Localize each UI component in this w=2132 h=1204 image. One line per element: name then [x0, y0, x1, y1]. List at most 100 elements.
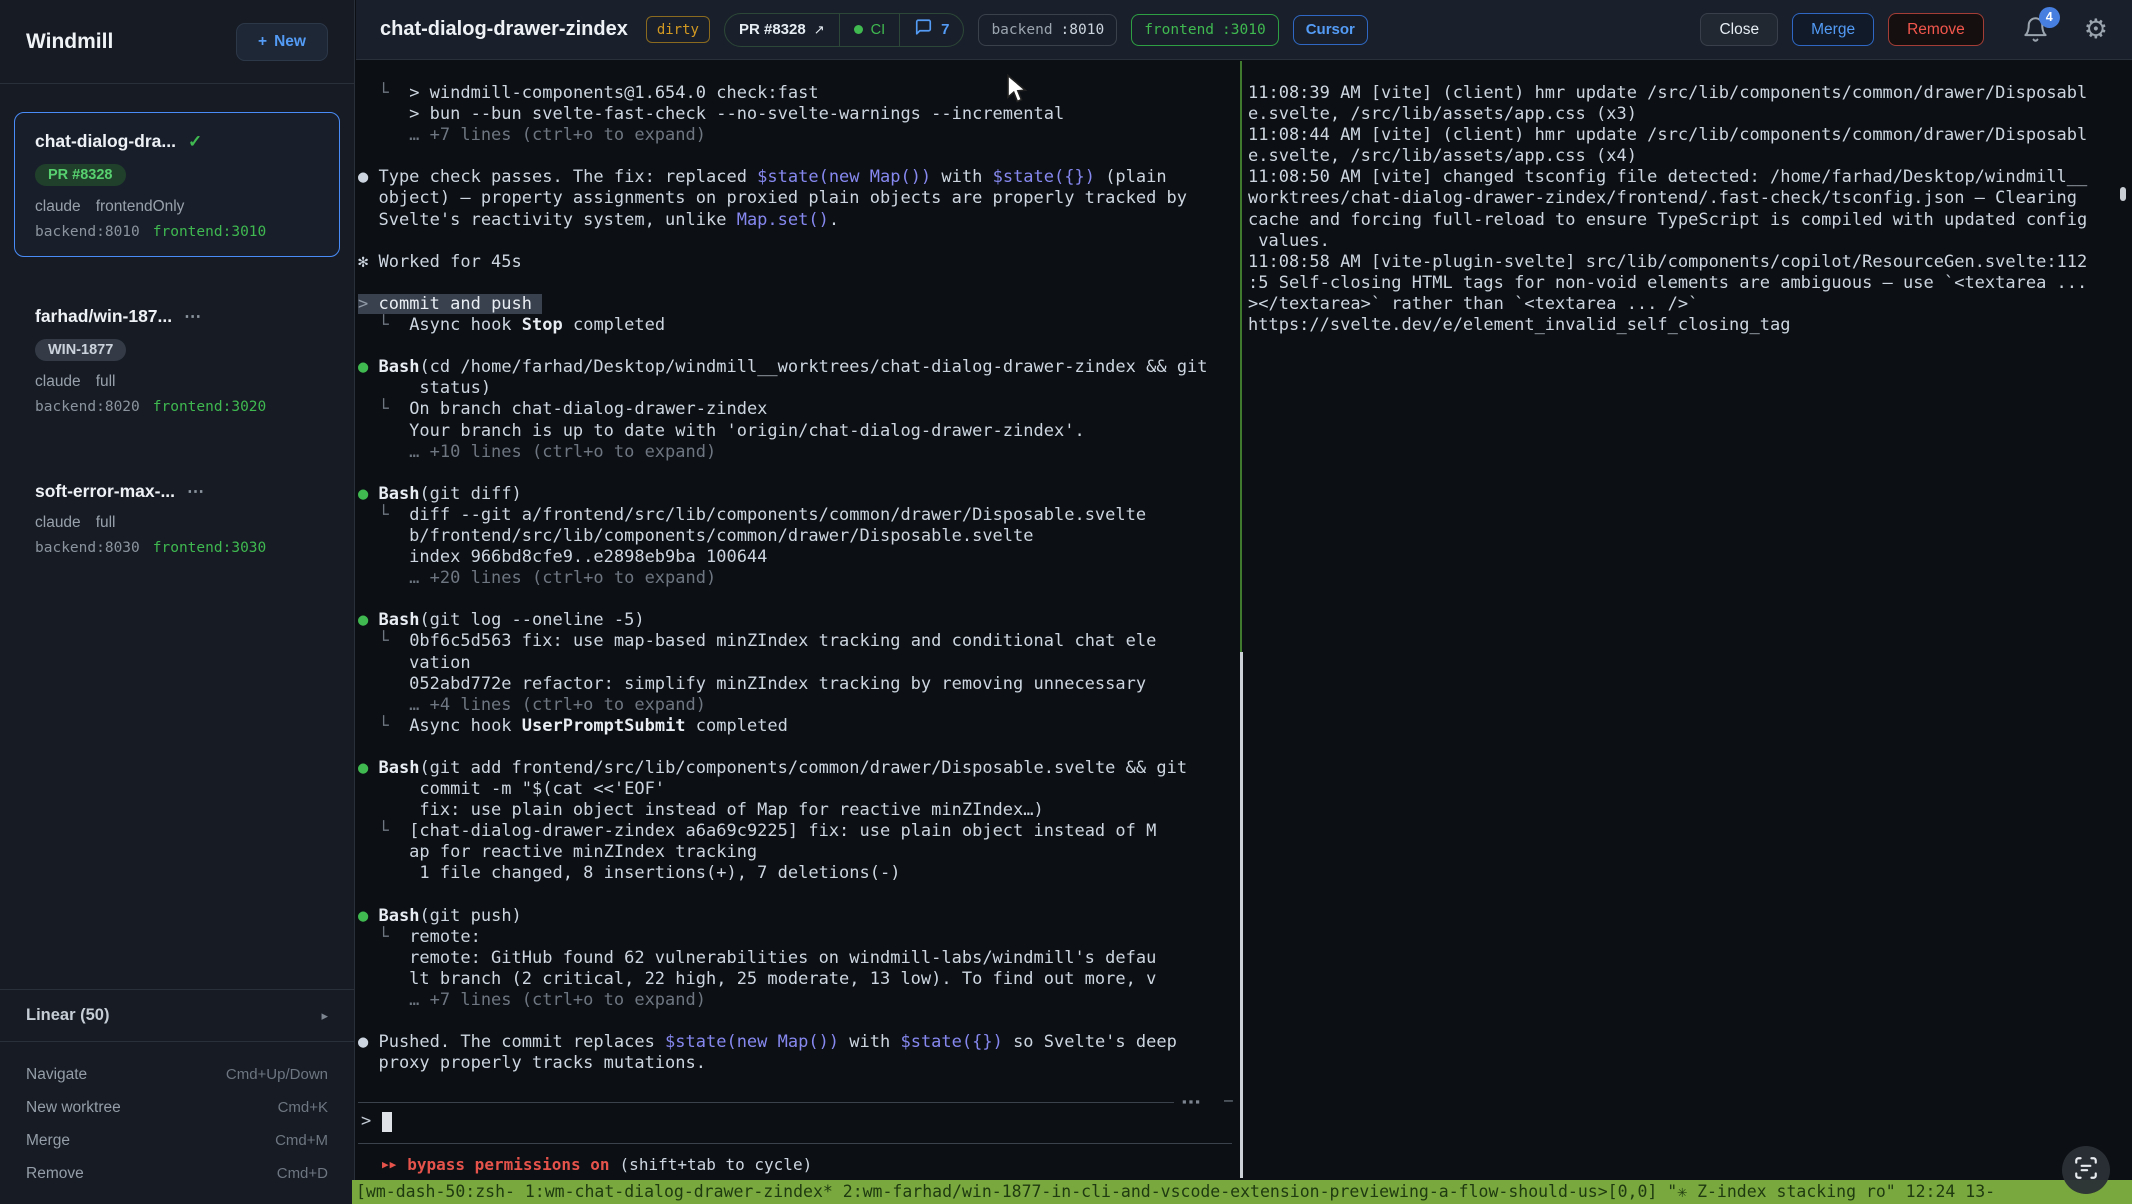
- shortcut-list: NavigateCmd+Up/DownNew worktreeCmd+KMerg…: [0, 1042, 354, 1190]
- agent-tag: claude: [35, 198, 81, 216]
- remove-button[interactable]: Remove: [1888, 13, 1984, 46]
- frontend-label: frontend: [1144, 22, 1214, 38]
- terminal-span: .: [829, 210, 839, 230]
- terminal-span: commit and push: [378, 294, 542, 314]
- frontend-port: :3010: [1222, 22, 1266, 38]
- page-title: chat-dialog-drawer-zindex: [380, 18, 628, 41]
- terminal-span: (cd /home/farhad/Desktop/windmill__workt…: [419, 357, 1207, 377]
- terminal-span: └: [358, 631, 409, 651]
- terminal-line: … +20 lines (ctrl+o to expand): [358, 568, 1208, 589]
- terminal-span: … +4 lines (ctrl+o to expand): [358, 695, 706, 715]
- cursor-label: Cursor: [1306, 21, 1355, 38]
- vite-log-line: 11:08:58 AM [vite-plugin-svelte] src/lib…: [1248, 252, 2087, 273]
- pr-comments[interactable]: 7: [899, 14, 963, 46]
- queue-dash-icon: –: [1224, 1092, 1233, 1110]
- backend-port-text: backend:8020: [35, 399, 140, 415]
- right-scrollbar-thumb[interactable]: [2120, 187, 2126, 201]
- pr-link[interactable]: PR #8328 ↗: [725, 14, 839, 46]
- terminal-line: vation: [358, 653, 1208, 674]
- terminal-span: Bash: [378, 484, 419, 504]
- pr-status-group: PR #8328 ↗ CI 7: [724, 13, 964, 47]
- shortcut-row[interactable]: New worktreeCmd+K: [26, 1091, 328, 1124]
- worktree-card[interactable]: chat-dialog-dra...✓PR #8328claudefronten…: [14, 112, 340, 257]
- sidebar: Windmill + New chat-dialog-dra...✓PR #83…: [0, 0, 355, 1204]
- terminal-span: completed: [686, 716, 788, 736]
- terminal-span: Bash: [378, 906, 419, 926]
- terminal-span: ✻ Worked for 45s: [358, 252, 522, 272]
- tmux-status-bar[interactable]: [wm-dash-50:zsh- 1:wm-chat-dialog-drawer…: [352, 1180, 2132, 1204]
- terminal-line: commit -m "$(cat <<'EOF': [358, 779, 1208, 800]
- terminal-span: └: [358, 927, 409, 947]
- ci-label: CI: [871, 22, 886, 38]
- terminal-line: ✻ Worked for 45s: [358, 252, 1208, 273]
- worktree-agents: claudefull: [35, 373, 319, 391]
- terminal-span: > windmill-components@1.654.0 check:fast: [409, 83, 818, 103]
- claude-terminal-pane[interactable]: └ > windmill-components@1.654.0 check:fa…: [356, 61, 1240, 1178]
- frontend-port-text: frontend:3030: [153, 540, 267, 556]
- frontend-port-pill[interactable]: frontend :3010: [1131, 14, 1279, 46]
- worktree-agents: claudefull: [35, 514, 319, 532]
- terminal-line: └ [chat-dialog-drawer-zindex a6a69c9225]…: [358, 821, 1208, 842]
- text-cursor-block[interactable]: [382, 1112, 392, 1132]
- terminal-line: [358, 231, 1208, 252]
- terminal-span: > bun --bun svelte-fast-check --no-svelt…: [358, 104, 1064, 124]
- terminal-span: └: [358, 821, 409, 841]
- terminal-line: index 966bd8cfe9..e2898eb9ba 100644: [358, 547, 1208, 568]
- shortcut-row[interactable]: NavigateCmd+Up/Down: [26, 1058, 328, 1091]
- terminal-line: Svelte's reactivity system, unlike Map.s…: [358, 210, 1208, 231]
- terminal-line: > commit and push: [358, 294, 1208, 315]
- terminal-span: with: [931, 167, 992, 187]
- notification-count-badge: 4: [2039, 7, 2060, 28]
- linear-section-toggle[interactable]: Linear (50) ▸: [0, 990, 354, 1042]
- terminal-span: lt branch (2 critical, 22 high, 25 moder…: [358, 969, 1156, 989]
- external-link-icon: ↗: [814, 22, 825, 38]
- terminal-span: Async hook: [409, 315, 522, 335]
- main-scrollbar-thumb[interactable]: [1240, 652, 1243, 1178]
- shortcut-key: Cmd+K: [278, 1099, 328, 1116]
- shortcut-row[interactable]: RemoveCmd+D: [26, 1157, 328, 1190]
- double-arrow-icon: ▶▶: [382, 1158, 397, 1171]
- ellipsis-menu-icon[interactable]: ⋯: [184, 307, 202, 327]
- terminal-span: ●: [358, 357, 378, 377]
- terminal-span: $state({}): [993, 167, 1095, 187]
- permission-mode-status[interactable]: ▶▶ bypass permissions on (shift+tab to c…: [382, 1155, 812, 1174]
- new-worktree-button[interactable]: + New: [236, 23, 328, 61]
- worktree-card[interactable]: soft-error-max-...⋯claudefullbackend:803…: [14, 462, 340, 573]
- gear-icon[interactable]: ⚙: [2084, 16, 2108, 43]
- terminal-span: └: [358, 315, 409, 335]
- worktree-ports: backend:8030frontend:3030: [35, 540, 319, 556]
- shortcut-row[interactable]: MergeCmd+M: [26, 1124, 328, 1157]
- close-button[interactable]: Close: [1700, 13, 1778, 46]
- chevron-right-icon: ▸: [321, 1008, 328, 1024]
- ellipsis-menu-icon[interactable]: ⋯: [187, 482, 205, 502]
- backend-port-text: backend:8010: [35, 224, 140, 240]
- terminal-line: 1 file changed, 8 insertions(+), 7 delet…: [358, 863, 1208, 884]
- terminal-span: └: [358, 83, 409, 103]
- terminal-span: commit -m "$(cat <<'EOF': [358, 779, 665, 799]
- worktree-title-row: chat-dialog-dra...✓: [35, 131, 319, 152]
- backend-port-pill[interactable]: backend :8010: [978, 14, 1117, 46]
- terminal-span: Bash: [378, 357, 419, 377]
- terminal-span: … +7 lines (ctrl+o to expand): [358, 990, 706, 1010]
- terminal-line: ● Bash(git push): [358, 906, 1208, 927]
- worktree-card[interactable]: farhad/win-187...⋯WIN-1877claudefullback…: [14, 287, 340, 432]
- vite-log-line: ></textarea>` rather than `<textarea ...…: [1248, 294, 2087, 315]
- cursor-button[interactable]: Cursor: [1293, 15, 1368, 45]
- worktree-ports: backend:8010frontend:3010: [35, 224, 319, 240]
- notifications-button[interactable]: 4: [2022, 16, 2050, 44]
- app-title: Windmill: [26, 30, 113, 54]
- vite-log-pane[interactable]: 11:08:39 AM [vite] (client) hmr update /…: [1242, 61, 2132, 1178]
- worktree-badge: WIN-1877: [35, 339, 126, 361]
- terminal-line: [358, 336, 1208, 357]
- shortcut-label: Navigate: [26, 1066, 87, 1084]
- ci-status[interactable]: CI: [839, 14, 900, 46]
- floating-capture-button[interactable]: [2062, 1146, 2110, 1194]
- merge-button[interactable]: Merge: [1792, 13, 1874, 46]
- backend-port: :8010: [1061, 22, 1105, 38]
- terminal-span: (git push): [419, 906, 521, 926]
- terminal-span: status): [358, 378, 491, 398]
- terminal-span: Stop: [522, 315, 563, 335]
- vite-log-line: :5 Self-closing HTML tags for non-void e…: [1248, 273, 2087, 294]
- pane-divider[interactable]: [1240, 61, 1242, 652]
- terminal-line: [358, 1011, 1208, 1032]
